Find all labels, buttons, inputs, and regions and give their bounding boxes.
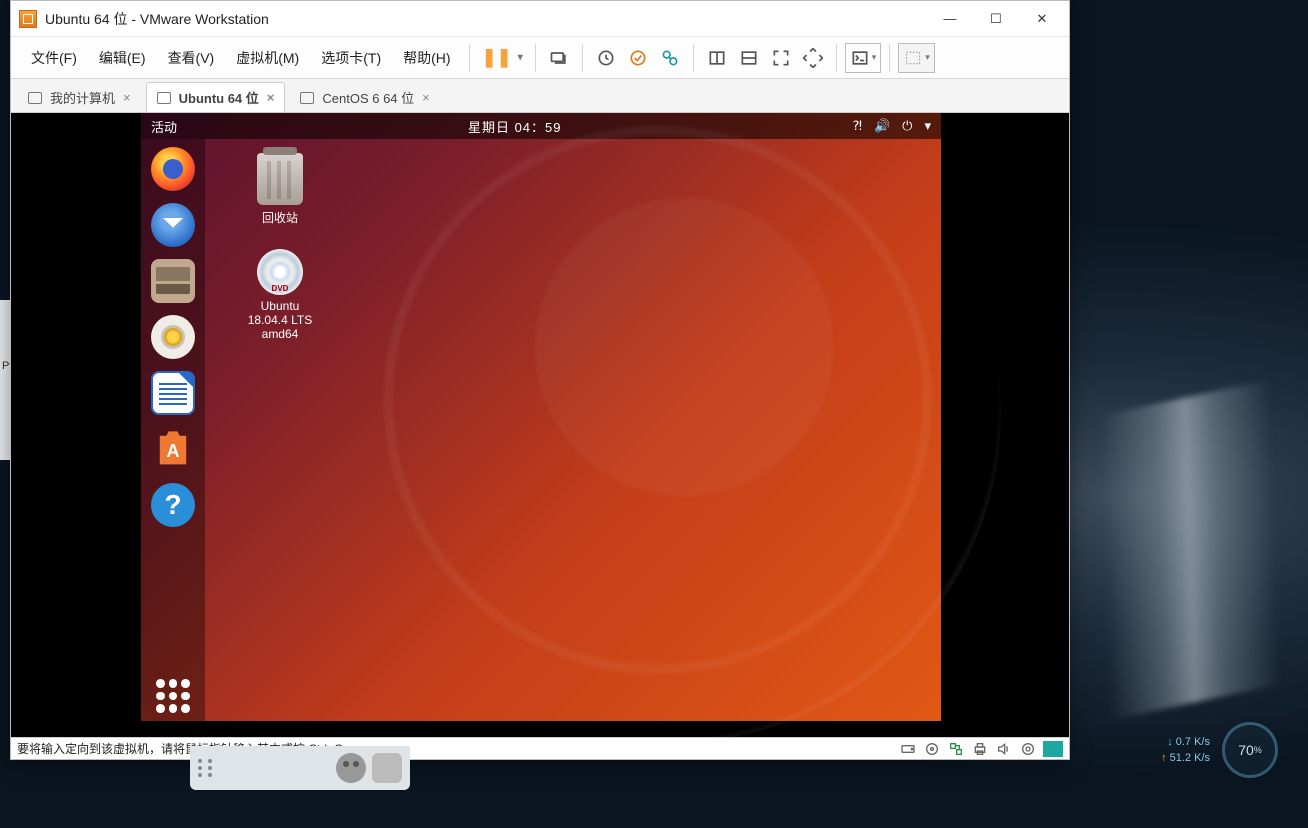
tab-my-computer[interactable]: 我的计算机 ×	[17, 82, 142, 112]
close-tab-icon[interactable]: ×	[422, 90, 430, 105]
tab-label: Ubuntu 64 位	[179, 88, 259, 107]
vm-icon	[300, 92, 314, 104]
upload-speed: 51.2 K/s	[1161, 750, 1210, 767]
sound-icon[interactable]	[995, 741, 1013, 757]
show-applications-button[interactable]	[156, 679, 190, 713]
menu-help[interactable]: 帮助(H)	[393, 44, 460, 72]
trash-icon[interactable]: 回收站	[230, 153, 330, 226]
view-single-button[interactable]	[702, 43, 732, 73]
menu-edit[interactable]: 编辑(E)	[89, 44, 156, 72]
tab-label: 我的计算机	[50, 88, 115, 107]
clock[interactable]: 星期日 04：59	[177, 117, 852, 136]
status-message: 要将输入定向到该虚拟机，请将鼠标指针移入其中或按 Ctrl+G。	[17, 740, 893, 757]
system-tray[interactable]: ⁈ 🔊 ⏻ ▾	[852, 118, 931, 134]
maximize-button[interactable]: ☐	[973, 4, 1019, 34]
ubuntu-desktop[interactable]: 活动 星期日 04：59 ⁈ 🔊 ⏻ ▾ ?	[141, 113, 941, 721]
gnome-top-bar: 活动 星期日 04：59 ⁈ 🔊 ⏻ ▾	[141, 113, 941, 139]
desktop-area[interactable]: 回收站 Ubuntu 18.04.4 LTS amd64	[205, 139, 941, 721]
icon-label-line2: 18.04.4 LTS	[230, 313, 330, 327]
vmware-icon	[19, 10, 37, 28]
files-icon[interactable]	[151, 259, 195, 303]
tab-centos[interactable]: CentOS 6 64 位 ×	[289, 82, 440, 112]
snapshot-manager-button[interactable]	[655, 43, 685, 73]
menu-view[interactable]: 查看(V)	[158, 44, 225, 72]
menu-file[interactable]: 文件(F)	[21, 44, 87, 72]
unity-button[interactable]	[798, 43, 828, 73]
tab-ubuntu[interactable]: Ubuntu 64 位 ×	[146, 82, 286, 112]
minimize-button[interactable]: —	[927, 4, 973, 34]
menu-vm[interactable]: 虚拟机(M)	[226, 44, 309, 72]
host-taskbar-fragment[interactable]	[190, 746, 410, 790]
titlebar[interactable]: Ubuntu 64 位 - VMware Workstation — ☐ ✕	[11, 1, 1069, 37]
snapshot-revert-button[interactable]	[623, 43, 653, 73]
tab-label: CentOS 6 64 位	[322, 88, 414, 107]
host-app-icon[interactable]	[336, 753, 366, 783]
firefox-icon[interactable]	[151, 147, 195, 191]
host-app-icon[interactable]	[372, 753, 402, 783]
hard-disk-icon[interactable]	[899, 741, 917, 757]
status-bar: 要将输入定向到该虚拟机，请将鼠标指针移入其中或按 Ctrl+G。	[11, 737, 1069, 759]
vmware-window: Ubuntu 64 位 - VMware Workstation — ☐ ✕ 文…	[10, 0, 1070, 760]
help-icon[interactable]: ?	[151, 483, 195, 527]
menu-tabs[interactable]: 选项卡(T)	[311, 44, 391, 72]
power-icon[interactable]: ⏻	[902, 118, 912, 134]
gnome-dock: ?	[141, 139, 205, 721]
computer-icon	[28, 92, 42, 104]
view-split-button[interactable]	[734, 43, 764, 73]
chevron-down-icon[interactable]: ▾	[924, 118, 931, 134]
vm-display[interactable]: 活动 星期日 04：59 ⁈ 🔊 ⏻ ▾ ?	[11, 113, 1069, 737]
menubar: 文件(F) 编辑(E) 查看(V) 虚拟机(M) 选项卡(T) 帮助(H) ❚❚…	[11, 37, 1069, 79]
dvd-icon[interactable]: Ubuntu 18.04.4 LTS amd64	[230, 249, 330, 341]
console-view-button[interactable]: ▾	[845, 43, 882, 73]
thunderbird-icon[interactable]	[151, 203, 195, 247]
network-adapter-icon[interactable]	[947, 741, 965, 757]
snapshot-button[interactable]	[591, 43, 621, 73]
rhythmbox-icon[interactable]	[151, 315, 195, 359]
tab-bar: 我的计算机 × Ubuntu 64 位 × CentOS 6 64 位 ×	[11, 79, 1069, 113]
close-tab-icon[interactable]: ×	[123, 90, 131, 105]
cd-icon[interactable]	[923, 741, 941, 757]
stretch-guest-button[interactable]: ▾	[898, 43, 935, 73]
libreoffice-writer-icon[interactable]	[151, 371, 195, 415]
vm-icon	[157, 92, 171, 104]
download-speed: 0.7 K/s	[1161, 734, 1210, 751]
network-icon[interactable]: ⁈	[852, 118, 862, 134]
icon-label-line3: amd64	[230, 327, 330, 341]
send-cad-button[interactable]	[544, 43, 574, 73]
window-title: Ubuntu 64 位 - VMware Workstation	[45, 9, 269, 29]
message-log-icon[interactable]	[1043, 741, 1063, 757]
close-tab-icon[interactable]: ×	[267, 90, 275, 105]
volume-icon[interactable]: 🔊	[874, 118, 890, 134]
icon-label: 回收站	[230, 209, 330, 226]
icon-label-line1: Ubuntu	[230, 299, 330, 313]
pause-vm-button[interactable]: ❚❚	[478, 43, 527, 73]
fullscreen-button[interactable]	[766, 43, 796, 73]
host-network-indicator[interactable]: 0.7 K/s 51.2 K/s 70%	[1161, 722, 1278, 778]
ubuntu-software-icon[interactable]	[151, 427, 195, 471]
usb-icon[interactable]	[1019, 741, 1037, 757]
close-button[interactable]: ✕	[1019, 4, 1065, 34]
net-percent-gauge: 70%	[1222, 722, 1278, 778]
activities-button[interactable]: 活动	[151, 117, 177, 136]
printer-icon[interactable]	[971, 741, 989, 757]
